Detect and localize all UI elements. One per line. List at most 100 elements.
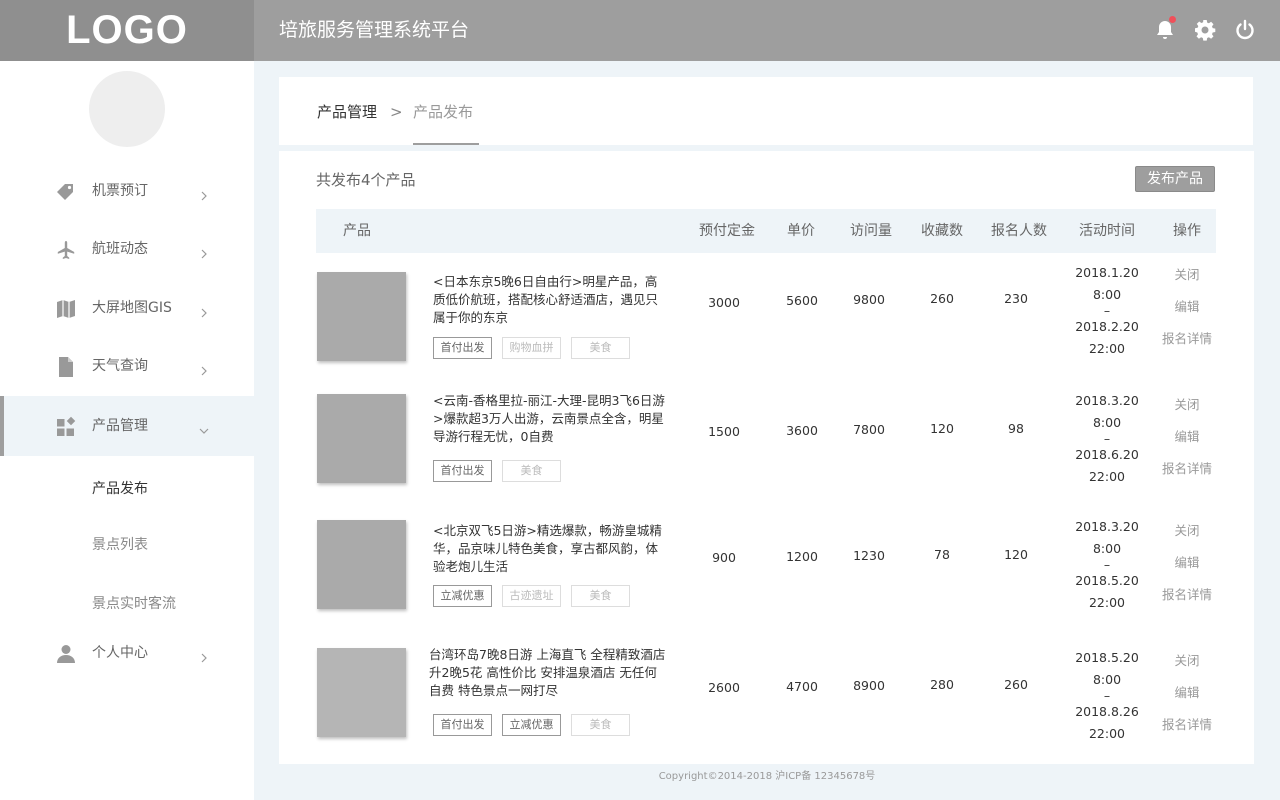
gear-icon[interactable] — [1193, 18, 1217, 42]
product-tag[interactable]: 美食 — [571, 337, 630, 359]
product-tag[interactable]: 立减优惠 — [502, 714, 561, 736]
sidebar-item-ticket-booking[interactable]: 机票预订 — [0, 161, 254, 221]
product-tag[interactable]: 古迹遗址 — [502, 585, 561, 607]
chevron-right-icon — [199, 303, 209, 318]
edit-link[interactable]: 编辑 — [1146, 555, 1228, 587]
price-value: 3600 — [786, 423, 818, 438]
column-header: 预付定金 — [699, 223, 755, 239]
visits-value: 1230 — [853, 548, 885, 563]
bell-icon[interactable] — [1153, 16, 1177, 42]
close-link[interactable]: 关闭 — [1146, 523, 1228, 555]
edit-link[interactable]: 编辑 — [1146, 429, 1228, 461]
sidebar-item-personal-center[interactable]: 个人中心 — [0, 623, 254, 683]
sidebar-subitem-product-publish[interactable]: 产品发布 — [0, 461, 254, 517]
signups-value: 230 — [1004, 291, 1028, 306]
sidebar-item-flight-status[interactable]: 航班动态 — [0, 219, 254, 279]
start-date: 2018.5.20 — [1075, 650, 1139, 665]
price-value: 1200 — [786, 549, 818, 564]
product-list-card: 共发布4个产品 发布产品 产品 预付定金 单价 访问量 收藏数 报名人数 活动时… — [279, 151, 1254, 764]
activity-time: 2018.5.20 8:00 – 2018.8.26 22:00 — [1066, 647, 1148, 745]
chevron-right-icon — [199, 186, 209, 201]
table-row: 台湾环岛7晚8日游 上海直飞 全程精致酒店升2晚5花 高性价比 安排温泉酒店 无… — [316, 639, 1216, 765]
grid-icon — [55, 416, 77, 438]
signup-details-link[interactable]: 报名详情 — [1146, 331, 1228, 347]
document-icon — [55, 356, 77, 378]
product-description[interactable]: 台湾环岛7晚8日游 上海直飞 全程精致酒店升2晚5花 高性价比 安排温泉酒店 无… — [429, 646, 669, 700]
sidebar-subitem-label: 景点列表 — [92, 537, 148, 553]
favorites-value: 280 — [930, 677, 954, 692]
start-date: 2018.3.20 — [1075, 519, 1139, 534]
notification-dot — [1169, 16, 1176, 23]
time-dash: – — [1103, 688, 1111, 703]
product-tag[interactable]: 立减优惠 — [433, 585, 492, 607]
product-tag[interactable]: 首付出发 — [433, 337, 492, 359]
product-tag[interactable]: 首付出发 — [433, 460, 492, 482]
sidebar-item-product-management[interactable]: 产品管理 — [0, 396, 254, 456]
visits-value: 8900 — [853, 678, 885, 693]
table-header: 产品 预付定金 单价 访问量 收藏数 报名人数 活动时间 操作 — [316, 209, 1216, 253]
product-tag[interactable]: 美食 — [502, 460, 561, 482]
product-thumbnail[interactable] — [317, 520, 406, 609]
close-link[interactable]: 关闭 — [1146, 653, 1228, 685]
end-date: 2018.2.20 — [1075, 319, 1139, 334]
publish-product-button[interactable]: 发布产品 — [1135, 166, 1215, 192]
edit-link[interactable]: 编辑 — [1146, 685, 1228, 717]
map-icon — [55, 298, 77, 320]
signups-value: 260 — [1004, 677, 1028, 692]
signups-value: 120 — [1004, 547, 1028, 562]
logo[interactable]: LOGO — [0, 0, 254, 61]
price-value: 5600 — [786, 293, 818, 308]
product-tag[interactable]: 美食 — [571, 585, 630, 607]
end-time: 22:00 — [1088, 341, 1126, 356]
product-thumbnail[interactable] — [317, 394, 406, 483]
sidebar-item-label: 产品管理 — [92, 418, 148, 434]
logo-text: LOGO — [66, 8, 188, 52]
product-thumbnail[interactable] — [317, 648, 406, 737]
time-dash: – — [1103, 557, 1111, 572]
signup-details-link[interactable]: 报名详情 — [1146, 587, 1228, 603]
product-description[interactable]: <北京双飞5日游>精选爆款，畅游皇城精华，品京味儿特色美食，享古都风韵，体验老炮… — [433, 522, 668, 576]
sidebar-item-label: 机票预订 — [92, 183, 148, 199]
product-description[interactable]: <云南-香格里拉-丽江-大理-昆明3飞6日游>爆款超3万人出游，云南景点全含，明… — [433, 392, 668, 446]
table-row: <日本东京5晚6日自由行>明星产品，高质低价航班，搭配核心舒适酒店，遇见只属于你… — [316, 257, 1216, 383]
product-thumbnail[interactable] — [317, 272, 406, 361]
signup-details-link[interactable]: 报名详情 — [1146, 717, 1228, 733]
end-date: 2018.5.20 — [1075, 573, 1139, 588]
row-actions: 关闭 编辑 报名详情 — [1146, 653, 1228, 733]
product-count-summary: 共发布4个产品 — [316, 171, 416, 189]
close-link[interactable]: 关闭 — [1146, 397, 1228, 429]
activity-time: 2018.1.20 8:00 – 2018.2.20 22:00 — [1066, 262, 1148, 360]
column-header: 报名人数 — [991, 223, 1047, 239]
sidebar-item-map-gis[interactable]: 大屏地图GIS — [0, 278, 254, 338]
column-header: 单价 — [787, 223, 815, 239]
top-header: LOGO 培旅服务管理系统平台 — [0, 0, 1280, 61]
product-tag[interactable]: 美食 — [571, 714, 630, 736]
time-dash: – — [1103, 303, 1111, 318]
breadcrumb-root[interactable]: 产品管理 — [317, 102, 377, 122]
product-description[interactable]: <日本东京5晚6日自由行>明星产品，高质低价航班，搭配核心舒适酒店，遇见只属于你… — [433, 273, 668, 327]
sidebar-item-weather[interactable]: 天气查询 — [0, 336, 254, 396]
product-tag[interactable]: 购物血拼 — [502, 337, 561, 359]
price-value: 4700 — [786, 679, 818, 694]
breadcrumb-current: 产品发布 — [413, 103, 474, 121]
product-tag[interactable]: 首付出发 — [433, 714, 492, 736]
column-header: 收藏数 — [921, 223, 963, 239]
table-row: <云南-香格里拉-丽江-大理-昆明3飞6日游>爆款超3万人出游，云南景点全含，明… — [316, 387, 1216, 513]
power-icon[interactable] — [1233, 18, 1257, 42]
sidebar-subitem-label: 景点实时客流 — [92, 596, 176, 612]
edit-link[interactable]: 编辑 — [1146, 299, 1228, 331]
time-dash: – — [1103, 431, 1111, 446]
sidebar-subitem-attraction-list[interactable]: 景点列表 — [0, 517, 254, 573]
avatar[interactable] — [89, 71, 165, 147]
signup-details-link[interactable]: 报名详情 — [1146, 461, 1228, 477]
sidebar-item-label: 天气查询 — [92, 358, 148, 374]
sidebar-item-label: 个人中心 — [92, 645, 148, 661]
table-row: <北京双飞5日游>精选爆款，畅游皇城精华，品京味儿特色美食，享古都风韵，体验老炮… — [316, 513, 1216, 639]
visits-value: 7800 — [853, 422, 885, 437]
visits-value: 9800 — [853, 292, 885, 307]
start-date: 2018.3.20 — [1075, 393, 1139, 408]
column-header: 活动时间 — [1079, 223, 1135, 239]
close-link[interactable]: 关闭 — [1146, 267, 1228, 299]
app-title: 培旅服务管理系统平台 — [279, 19, 470, 41]
end-time: 22:00 — [1088, 726, 1126, 741]
